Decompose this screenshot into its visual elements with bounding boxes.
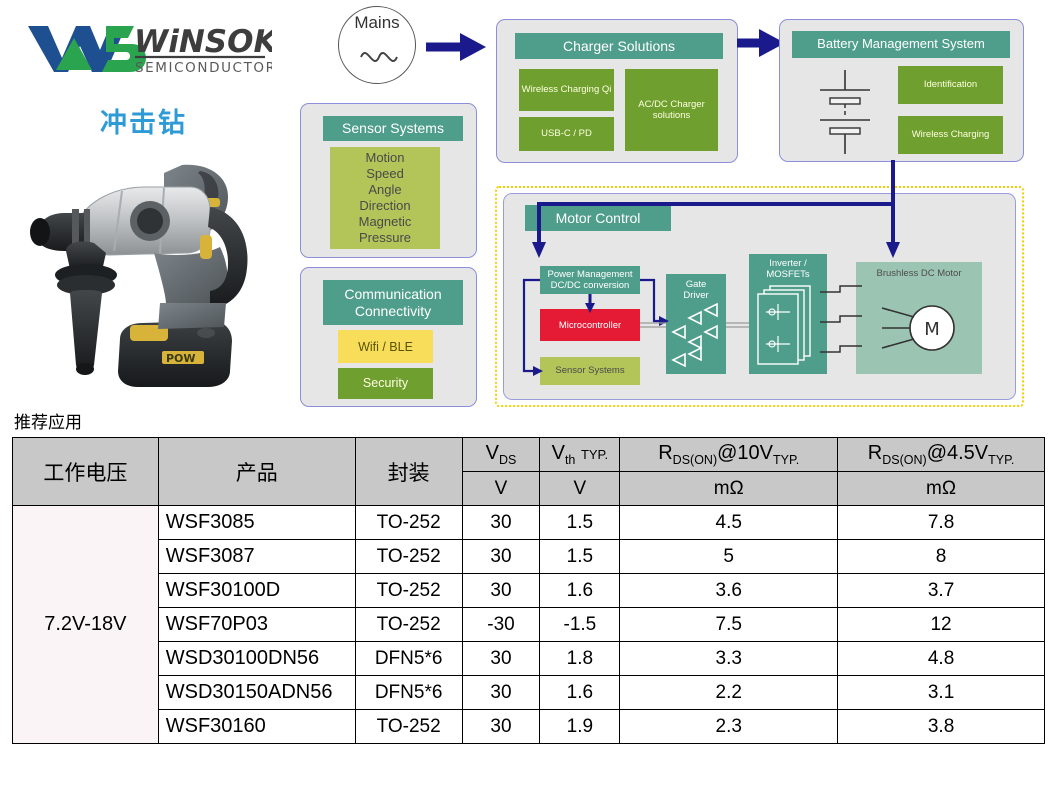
- sensor-item-pressure: Pressure: [358, 229, 412, 245]
- cell-rds10: 5: [619, 539, 839, 574]
- cell-voltage-range: 7.2V-18V: [12, 505, 159, 744]
- header-product: 产品: [157, 437, 356, 506]
- comm-header-line1: Communication: [344, 286, 442, 303]
- cell-rds45: 4.8: [837, 641, 1045, 676]
- cell-vds: 30: [461, 675, 541, 710]
- cell-vth: -1.5: [539, 607, 621, 642]
- cell-vds: -30: [461, 607, 541, 642]
- cell-vds: 30: [461, 641, 541, 676]
- cell-package: TO-252: [354, 709, 463, 744]
- cell-vds: 30: [461, 505, 541, 540]
- sensor-item-motion: Motion: [365, 150, 405, 166]
- table-header-row-1: 工作电压 产品 封装 VDS Vth TYP. RDS(ON)@10VTYP. …: [12, 437, 1045, 506]
- cell-vds: 30: [461, 573, 541, 608]
- security-box: Security: [338, 368, 433, 399]
- sensor-item-magnetic: Magnetic: [358, 213, 412, 229]
- cell-product: WSF3085: [157, 505, 356, 540]
- wireless-charging-box: Wireless Charging: [898, 116, 1003, 154]
- product-spec-table: 工作电压 产品 封装 VDS Vth TYP. RDS(ON)@10VTYP. …: [12, 437, 1045, 744]
- cell-product: WSF70P03: [157, 607, 356, 642]
- communication-connectivity-panel: Communication Connectivity Wifi / BLE Se…: [300, 267, 477, 407]
- system-block-diagram: Mains Charger Solutions Wireless Chargin…: [0, 0, 1053, 410]
- cell-rds10: 4.5: [619, 505, 839, 540]
- ac-waveform-icon: [360, 52, 398, 62]
- cell-rds45: 12: [837, 607, 1045, 642]
- cell-package: TO-252: [354, 607, 463, 642]
- cell-rds10: 3.6: [619, 573, 839, 608]
- unit-vds: V: [461, 471, 541, 506]
- sensor-item-angle: Angle: [368, 182, 402, 198]
- cell-package: DFN5*6: [354, 641, 463, 676]
- header-rdson-10v: RDS(ON)@10VTYP.: [619, 437, 839, 472]
- unit-vth: V: [539, 471, 621, 506]
- charger-solutions-panel: Charger Solutions Wireless Charging Qi U…: [496, 19, 738, 163]
- communication-connectivity-header: Communication Connectivity: [323, 280, 463, 325]
- mains-source: Mains: [338, 6, 416, 84]
- cell-rds45: 3.1: [837, 675, 1045, 710]
- cell-rds45: 7.8: [837, 505, 1045, 540]
- header-vth: Vth TYP.: [539, 437, 621, 472]
- header-package: 封装: [354, 437, 463, 506]
- table-row: WSD30100DN56 DFN5*6 30 1.8 3.3 4.8: [13, 641, 1045, 676]
- cell-rds10: 2.3: [619, 709, 839, 744]
- cell-vth: 1.9: [539, 709, 621, 744]
- cell-package: TO-252: [354, 573, 463, 608]
- usb-c-pd-box: USB-C / PD: [519, 117, 614, 151]
- wifi-ble-box: Wifi / BLE: [338, 330, 433, 363]
- battery-symbol-icon: [820, 70, 870, 154]
- sensor-item-speed: Speed: [366, 166, 404, 182]
- sensor-systems-panel: Sensor Systems Motion Speed Angle Direct…: [300, 103, 477, 258]
- recommended-applications-label: 推荐应用: [14, 413, 82, 433]
- cell-rds45: 3.7: [837, 573, 1045, 608]
- unit-rdson-45v: mΩ: [837, 471, 1045, 506]
- cell-rds45: 8: [837, 539, 1045, 574]
- cell-vth: 1.6: [539, 675, 621, 710]
- cell-rds10: 2.2: [619, 675, 839, 710]
- header-vds: VDS: [461, 437, 541, 472]
- bms-header: Battery Management System: [792, 31, 1010, 58]
- ac-dc-charger-box: AC/DC Charger solutions: [625, 69, 718, 151]
- sensor-systems-header: Sensor Systems: [323, 116, 463, 141]
- cell-product: WSF30160: [157, 709, 356, 744]
- cell-vth: 1.5: [539, 505, 621, 540]
- cell-package: DFN5*6: [354, 675, 463, 710]
- cell-vth: 1.5: [539, 539, 621, 574]
- cell-vds: 30: [461, 709, 541, 744]
- arrow-mains-to-charger: [426, 33, 486, 61]
- header-working-voltage: 工作电压: [12, 437, 159, 506]
- cell-rds10: 3.3: [619, 641, 839, 676]
- table-row: 7.2V-18V WSF3085 TO-252 30 1.5 4.5 7.8: [12, 505, 1045, 744]
- wireless-charging-qi-box: Wireless Charging Qi: [519, 69, 614, 111]
- arrow-bms-to-motor-control: [532, 160, 900, 258]
- cell-product: WSF30100D: [157, 573, 356, 608]
- table-row: WSF30100D TO-252 30 1.6 3.6 3.7: [13, 573, 1045, 608]
- cell-vds: 30: [461, 539, 541, 574]
- cell-rds10: 7.5: [619, 607, 839, 642]
- sensor-systems-items: Motion Speed Angle Direction Magnetic Pr…: [330, 147, 440, 249]
- sensor-item-direction: Direction: [359, 198, 411, 213]
- table-row: WSF3087 TO-252 30 1.5 5 8: [13, 539, 1045, 574]
- header-rdson-45v: RDS(ON)@4.5VTYP.: [837, 437, 1045, 472]
- identification-box: Identification: [898, 66, 1003, 104]
- cell-package: TO-252: [354, 505, 463, 540]
- cell-vth: 1.6: [539, 573, 621, 608]
- unit-rdson-10v: mΩ: [619, 471, 839, 506]
- table-row: WSF70P03 TO-252 -30 -1.5 7.5 12: [13, 607, 1045, 642]
- battery-management-system-panel: Battery Management System Identification…: [779, 19, 1024, 162]
- cell-vth: 1.8: [539, 641, 621, 676]
- cell-product: WSD30150ADN56: [157, 675, 356, 710]
- cell-package: TO-252: [354, 539, 463, 574]
- charger-solutions-header: Charger Solutions: [515, 33, 723, 59]
- table-row: WSD30150ADN56 DFN5*6 30 1.6 2.2 3.1: [13, 675, 1045, 710]
- comm-header-line2: Connectivity: [354, 302, 432, 319]
- table-row: WSF30160 TO-252 30 1.9 2.3 3.8: [13, 709, 1045, 744]
- cell-rds45: 3.8: [837, 709, 1045, 744]
- cell-product: WSD30100DN56: [157, 641, 356, 676]
- cell-product: WSF3087: [157, 539, 356, 574]
